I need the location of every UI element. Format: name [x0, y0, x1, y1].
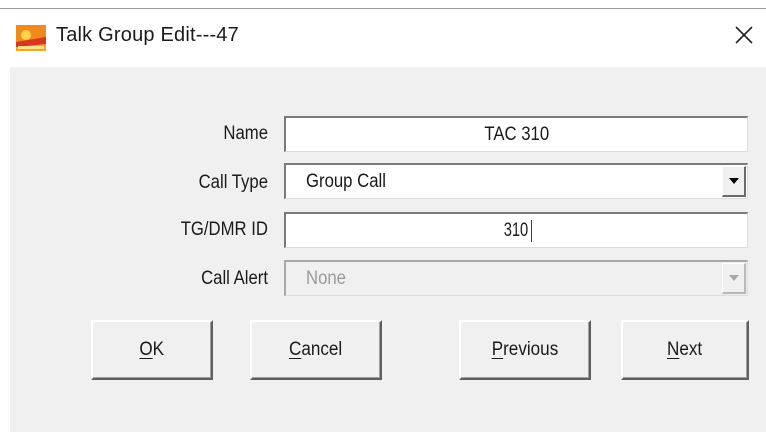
ok-button[interactable]: OK [91, 320, 213, 380]
chevron-down-icon [728, 269, 740, 287]
call-alert-label: Call Alert [201, 268, 268, 289]
call-type-label: Call Type [198, 172, 268, 193]
name-label: Name [223, 123, 268, 144]
cancel-button[interactable]: Cancel [250, 320, 382, 380]
name-field[interactable]: TAC 310 [284, 116, 748, 152]
next-button-label: Next [667, 339, 703, 360]
previous-button-label: Previous [491, 339, 559, 360]
call-alert-select: None [284, 260, 748, 296]
tg-dmr-id-value: 310 [503, 220, 528, 241]
call-alert-dropdown-button [722, 263, 746, 294]
name-value: TAC 310 [484, 124, 549, 145]
call-type-select[interactable]: Group Call [284, 163, 748, 199]
tg-dmr-id-label: TG/DMR ID [180, 219, 268, 240]
ok-button-label: OK [139, 339, 165, 360]
next-button[interactable]: Next [621, 320, 749, 380]
call-type-value: Group Call [306, 171, 386, 192]
cancel-button-label: Cancel [289, 339, 343, 360]
previous-button[interactable]: Previous [459, 320, 591, 380]
chevron-down-icon [728, 172, 740, 190]
app-logo-icon [16, 25, 46, 51]
tg-dmr-id-field[interactable]: 310 [284, 212, 748, 248]
call-type-dropdown-button[interactable] [722, 166, 746, 197]
title-bar: Talk Group Edit---47 [0, 9, 766, 67]
window-title: Talk Group Edit---47 [56, 24, 239, 46]
call-alert-value: None [306, 268, 346, 289]
close-icon [734, 25, 754, 50]
text-caret [530, 219, 532, 242]
close-button[interactable] [724, 19, 764, 55]
